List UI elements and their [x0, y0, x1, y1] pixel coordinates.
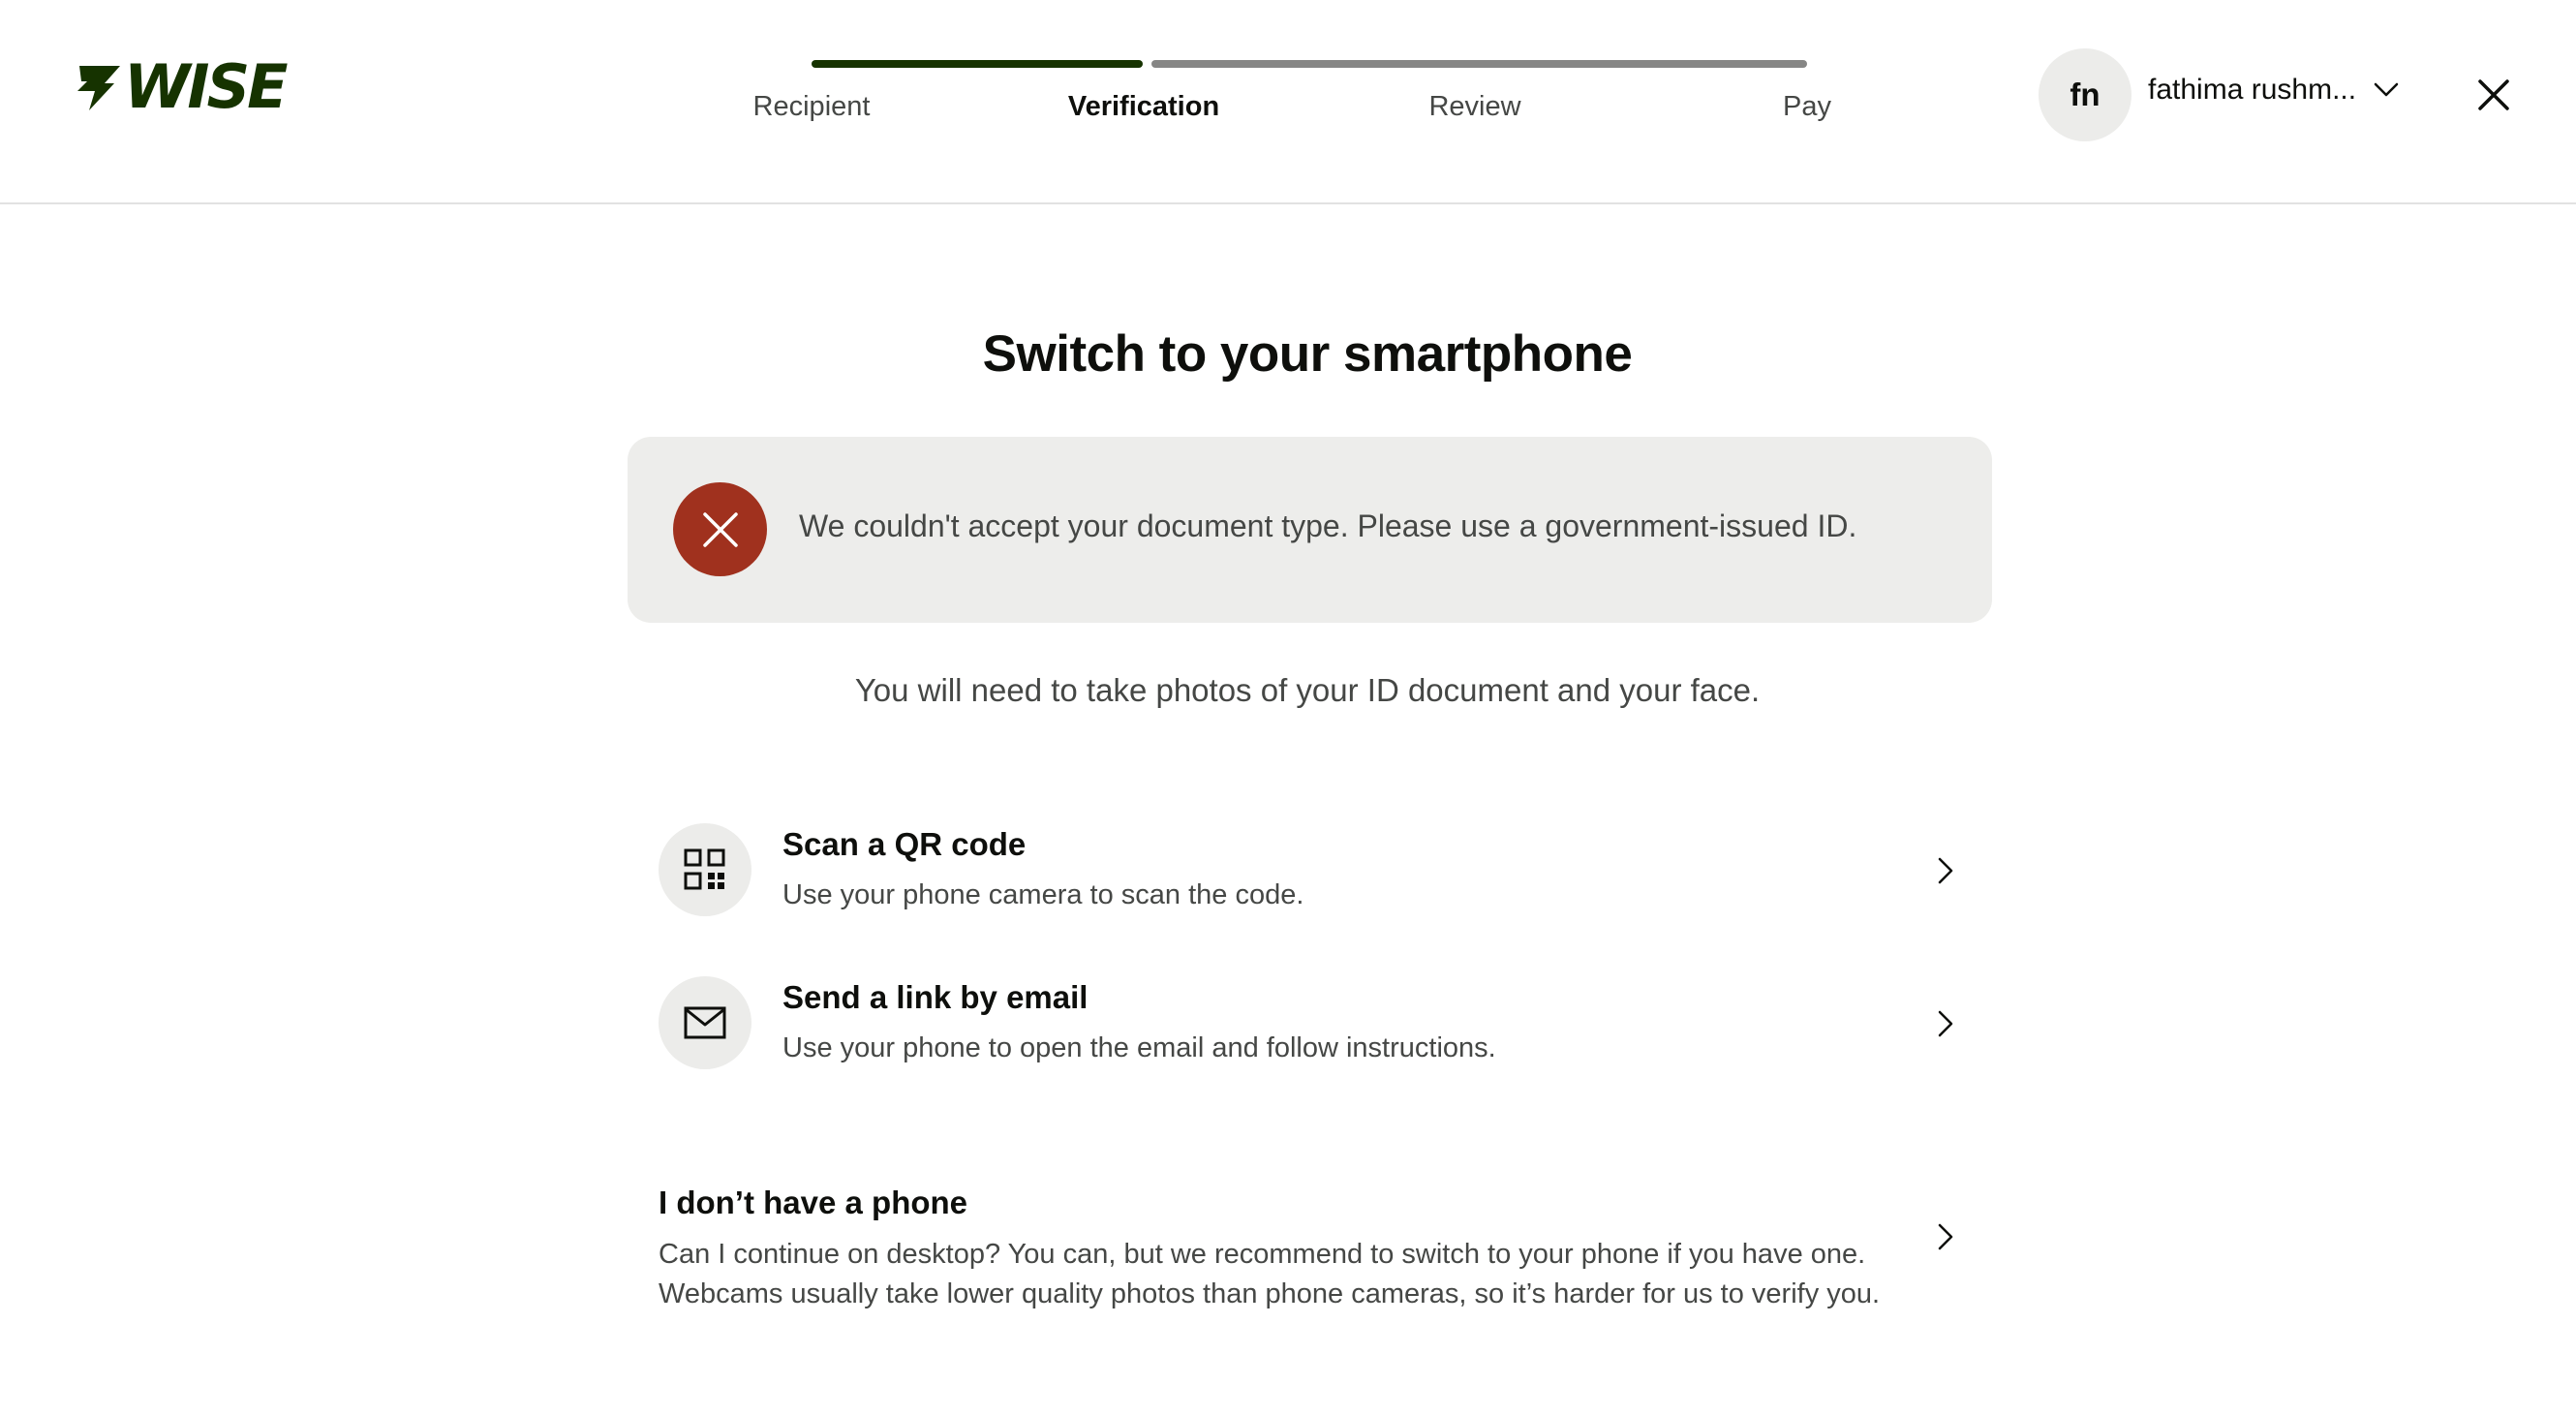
close-icon[interactable]: [2474, 76, 2513, 114]
no-phone-title: I don’t have a phone: [659, 1185, 968, 1220]
scan-qr-option[interactable]: Scan a QR code Use your phone camera to …: [659, 823, 1966, 930]
qr-code-icon: [659, 823, 751, 916]
chevron-right-icon: [1938, 1010, 1953, 1037]
option-description: Use your phone to open the email and fol…: [782, 1032, 1496, 1063]
error-x-icon: [673, 482, 767, 576]
chevron-right-icon: [1938, 857, 1953, 884]
step-pay: Pay: [1783, 91, 1831, 122]
envelope-icon: [659, 976, 751, 1069]
account-name[interactable]: fathima rushm...: [2148, 74, 2356, 107]
option-title: Send a link by email: [782, 979, 1089, 1015]
stepper-progress-done: [812, 60, 1143, 68]
no-phone-description: Can I continue on desktop? You can, but …: [659, 1239, 1881, 1309]
avatar[interactable]: fn: [2039, 48, 2131, 141]
top-header: WISE Recipient Verification Review Pay f…: [0, 0, 2576, 204]
option-description: Use your phone camera to scan the code.: [782, 879, 1304, 910]
option-title: Scan a QR code: [782, 826, 1027, 862]
instruction-text: You will need to take photos of your ID …: [854, 672, 1761, 708]
step-recipient[interactable]: Recipient: [695, 91, 928, 123]
stepper-progress-remaining: [1151, 60, 1807, 68]
step-review: Review: [1428, 91, 1521, 122]
no-phone-option[interactable]: I don’t have a phone Can I continue on d…: [659, 1182, 1966, 1317]
wise-logo[interactable]: WISE: [76, 51, 288, 122]
chevron-down-icon[interactable]: [2373, 81, 2400, 99]
wise-flag-icon: [77, 66, 120, 110]
error-alert: We couldn't accept your document type. P…: [628, 437, 1992, 623]
chevron-right-icon: [1938, 1223, 1953, 1250]
progress-stepper: Recipient Verification Review Pay: [753, 58, 1831, 136]
email-link-option[interactable]: Send a link by email Use your phone to o…: [659, 976, 1966, 1083]
logo-wordmark: WISE: [124, 51, 288, 122]
alert-message: We couldn't accept your document type. P…: [799, 508, 1857, 543]
step-verification: Verification: [1067, 91, 1220, 122]
page-title: Switch to your smartphone: [982, 325, 1633, 383]
